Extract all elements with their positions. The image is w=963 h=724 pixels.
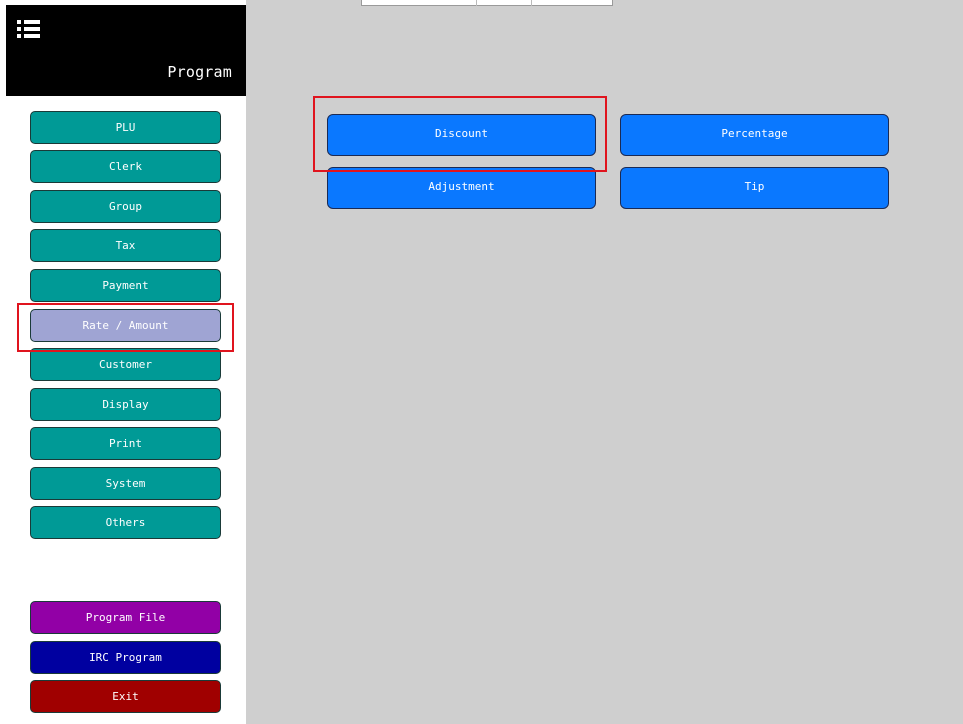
sidebar-item-customer[interactable]: Customer — [30, 348, 221, 381]
sidebar-item-rate-amount[interactable]: Rate / Amount — [30, 309, 221, 342]
adjustment-button[interactable]: Adjustment — [327, 167, 596, 209]
sidebar-item-clerk[interactable]: Clerk — [30, 150, 221, 183]
exit-button[interactable]: Exit — [30, 680, 221, 713]
sidebar-item-print[interactable]: Print — [30, 427, 221, 460]
main-panel — [246, 0, 963, 724]
sidebar-header: Program — [6, 5, 246, 96]
sidebar-item-tax[interactable]: Tax — [30, 229, 221, 262]
sidebar-item-plu[interactable]: PLU — [30, 111, 221, 144]
top-tab-strip — [361, 0, 613, 6]
sidebar-item-payment[interactable]: Payment — [30, 269, 221, 302]
percentage-button[interactable]: Percentage — [620, 114, 889, 156]
irc-program-button[interactable]: IRC Program — [30, 641, 221, 674]
sidebar: Program PLU Clerk Group Tax Payment Rate… — [0, 0, 246, 724]
list-menu-icon[interactable] — [16, 17, 44, 41]
sidebar-item-display[interactable]: Display — [30, 388, 221, 421]
sidebar-item-system[interactable]: System — [30, 467, 221, 500]
top-tab-divider — [476, 0, 477, 6]
page-title: Program — [167, 63, 232, 81]
sidebar-item-group[interactable]: Group — [30, 190, 221, 223]
discount-button[interactable]: Discount — [327, 114, 596, 156]
top-tab-divider — [531, 0, 532, 6]
program-file-button[interactable]: Program File — [30, 601, 221, 634]
tip-button[interactable]: Tip — [620, 167, 889, 209]
sidebar-item-others[interactable]: Others — [30, 506, 221, 539]
